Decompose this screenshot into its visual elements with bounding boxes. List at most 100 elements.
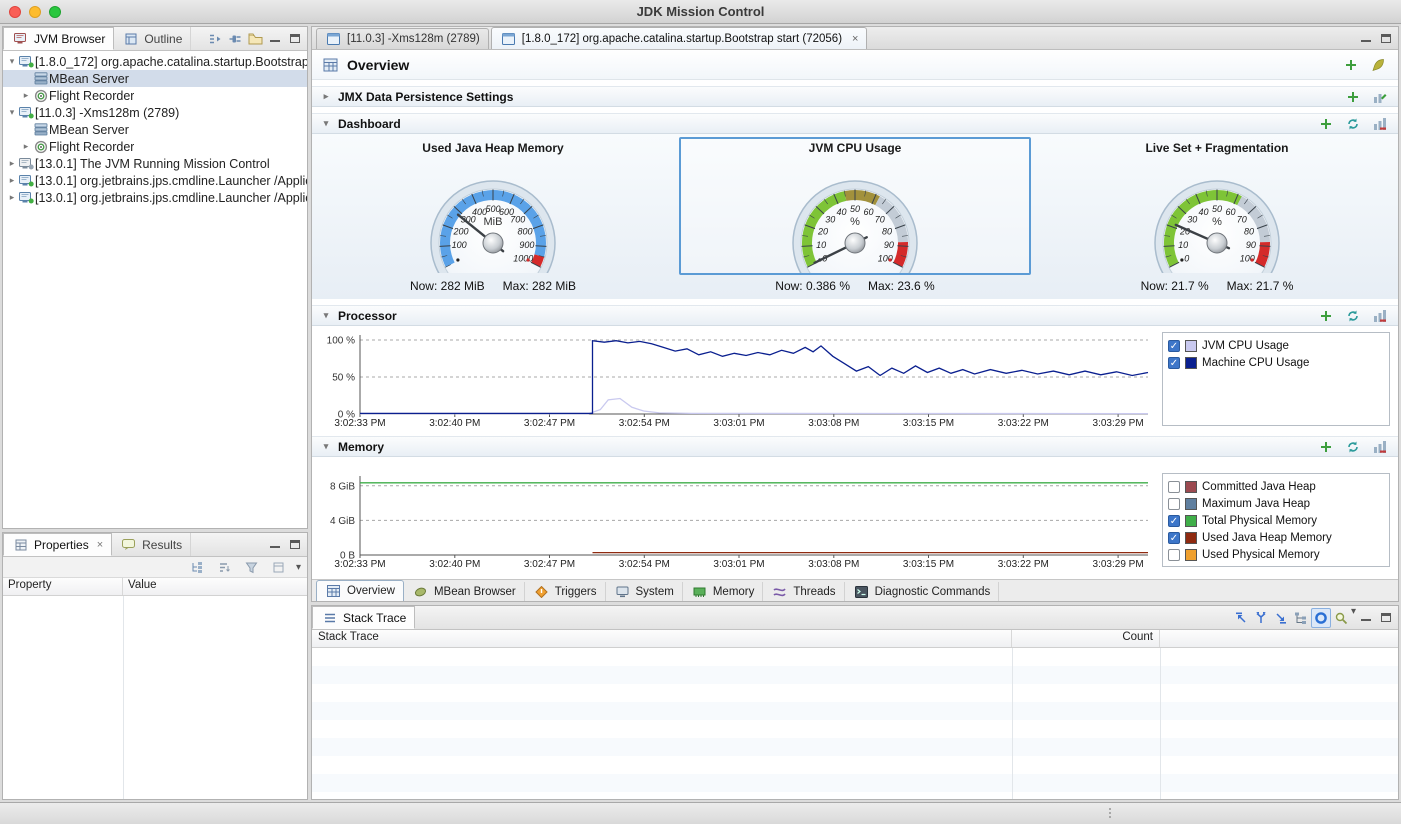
sort-icon[interactable] [215,557,235,577]
tree-expander-icon[interactable]: ▾ [6,56,18,67]
gauge-jvm-cpu-usage[interactable]: JVM CPU Usage0102030405060708090100% [679,137,1030,275]
minimize-view-icon[interactable] [1356,606,1376,629]
pin-icon[interactable] [269,557,289,577]
add-chart-icon[interactable] [1316,118,1336,130]
move-down-frame-icon[interactable] [1271,606,1291,629]
remove-chart-icon[interactable] [1370,309,1390,323]
tab-results[interactable]: Results [112,533,191,556]
page-tab-overview[interactable]: Overview [316,580,404,601]
legend-checkbox[interactable]: ✓ [1168,532,1180,544]
editor-tab[interactable]: [1.8.0_172] org.apache.catalina.startup.… [491,27,868,49]
editor-tab[interactable]: [11.0.3] -Xms128m (2789) [316,28,489,49]
memory-chart[interactable]: 0 B4 GiB8 GiB3:02:33 PM3:02:40 PM3:02:47… [314,473,1154,569]
jvm-tree-item[interactable]: ▸[13.0.1] org.jetbrains.jps.cmdline.Laun… [3,172,307,189]
legend-item[interactable]: ✓Machine CPU Usage [1168,354,1384,371]
minimize-view-icon[interactable] [265,27,285,50]
inspect-icon[interactable] [1331,606,1351,629]
group-by-thread-icon[interactable] [1311,608,1331,628]
minimize-view-icon[interactable] [265,533,285,556]
refresh-icon[interactable] [1343,309,1363,323]
legend-checkbox[interactable]: ✓ [1168,515,1180,527]
add-chart-icon[interactable] [1343,91,1363,103]
column-header-value[interactable]: Value [123,578,307,595]
close-tab-icon[interactable]: × [852,33,858,45]
tree-expander-icon[interactable]: ▾ [6,107,18,118]
remove-chart-icon[interactable] [1370,117,1390,131]
jvm-tree-item[interactable]: ▾[11.0.3] -Xms128m (2789) [3,104,307,121]
collapse-all-icon[interactable] [205,27,225,50]
feather-icon[interactable] [1368,58,1388,72]
page-tab-mbean-browser[interactable]: MBean Browser [404,582,525,601]
legend-checkbox[interactable]: ✓ [1168,340,1180,352]
maximize-view-icon[interactable] [1376,606,1396,629]
tree-expander-icon[interactable]: ▸ [6,192,18,203]
legend-item[interactable]: ✓Used Java Heap Memory [1168,529,1384,546]
legend-checkbox[interactable] [1168,498,1180,510]
maximize-view-icon[interactable] [285,533,305,556]
jmx-section-header[interactable]: ▸ JMX Data Persistence Settings [312,86,1398,107]
legend-checkbox[interactable] [1168,549,1180,561]
page-tab-diagnostic-commands[interactable]: Diagnostic Commands [845,582,1000,601]
processor-chart[interactable]: 0 %50 %100 %3:02:33 PM3:02:40 PM3:02:47 … [314,332,1154,428]
legend-item[interactable]: ✓Total Physical Memory [1168,512,1384,529]
add-chart-icon[interactable] [1316,310,1336,322]
minimize-window-button[interactable] [29,6,41,18]
column-header-count[interactable]: Count [1012,630,1160,647]
legend-item[interactable]: Maximum Java Heap [1168,495,1384,512]
dashboard-section-header[interactable]: ▾ Dashboard [312,113,1398,134]
close-view-icon[interactable]: × [97,539,103,551]
column-header-stack-trace[interactable]: Stack Trace [312,630,1012,647]
jvm-tree-item[interactable]: ▸Flight Recorder [3,138,307,155]
memory-section-header[interactable]: ▾ Memory [312,436,1398,457]
jvm-tree-item[interactable]: ▸Flight Recorder [3,87,307,104]
sash-grip[interactable] [1108,807,1112,819]
tree-expander-icon[interactable]: ▸ [6,175,18,186]
tree-expander-icon[interactable]: ▸ [6,158,18,169]
jvm-tree-item[interactable]: MBean Server [3,70,307,87]
refresh-icon[interactable] [1343,440,1363,454]
section-expander-icon[interactable]: ▾ [320,118,332,129]
jvm-tree-item[interactable]: MBean Server [3,121,307,138]
section-expander-icon[interactable]: ▸ [320,91,332,102]
add-chart-icon[interactable] [1316,441,1336,453]
tab-jvm-browser[interactable]: JVM Browser [3,27,114,50]
edit-chart-icon[interactable] [1370,90,1390,104]
legend-item[interactable]: Committed Java Heap [1168,478,1384,495]
gauge-used-java-heap-memory[interactable]: Used Java Heap Memory1002003004005006007… [317,137,668,275]
legend-item[interactable]: Used Physical Memory [1168,546,1384,563]
jvm-tree-item[interactable]: ▸[13.0.1] The JVM Running Mission Contro… [3,155,307,172]
page-tab-memory[interactable]: Memory [683,582,764,601]
minimize-view-icon[interactable] [1356,28,1376,49]
view-menu-icon[interactable]: ▾ [296,562,301,573]
legend-item[interactable]: ✓JVM CPU Usage [1168,337,1384,354]
remove-chart-icon[interactable] [1370,440,1390,454]
column-header-property[interactable]: Property [3,578,123,595]
close-window-button[interactable] [9,6,21,18]
new-connection-icon[interactable] [245,27,265,50]
refresh-icon[interactable] [1343,117,1363,131]
tab-properties[interactable]: Properties × [3,533,112,556]
maximize-view-icon[interactable] [1376,28,1396,49]
legend-checkbox[interactable] [1168,481,1180,493]
processor-section-header[interactable]: ▾ Processor [312,305,1398,326]
tab-outline[interactable]: Outline [114,27,191,50]
tab-stack-trace[interactable]: Stack Trace [312,606,415,629]
add-chart-icon[interactable] [1341,59,1361,71]
zoom-window-button[interactable] [49,6,61,18]
page-tab-system[interactable]: System [606,582,683,601]
tree-mode-icon[interactable] [188,557,208,577]
move-up-frame-icon[interactable] [1231,606,1251,629]
section-expander-icon[interactable]: ▾ [320,310,332,321]
tree-expander-icon[interactable]: ▸ [20,141,32,152]
jvm-tree-item[interactable]: ▾[1.8.0_172] org.apache.catalina.startup… [3,53,307,70]
maximize-view-icon[interactable] [285,27,305,50]
jvm-tree-item[interactable]: ▸[13.0.1] org.jetbrains.jps.cmdline.Laun… [3,189,307,206]
page-tab-triggers[interactable]: Triggers [525,582,606,601]
filter-icon[interactable] [242,557,262,577]
legend-checkbox[interactable]: ✓ [1168,357,1180,369]
connect-icon[interactable] [225,27,245,50]
gauge-live-set-fragmentation[interactable]: Live Set + Fragmentation0102030405060708… [1041,137,1392,275]
tree-expander-icon[interactable]: ▸ [20,90,32,101]
fork-frame-icon[interactable] [1251,606,1271,629]
section-expander-icon[interactable]: ▾ [320,441,332,452]
